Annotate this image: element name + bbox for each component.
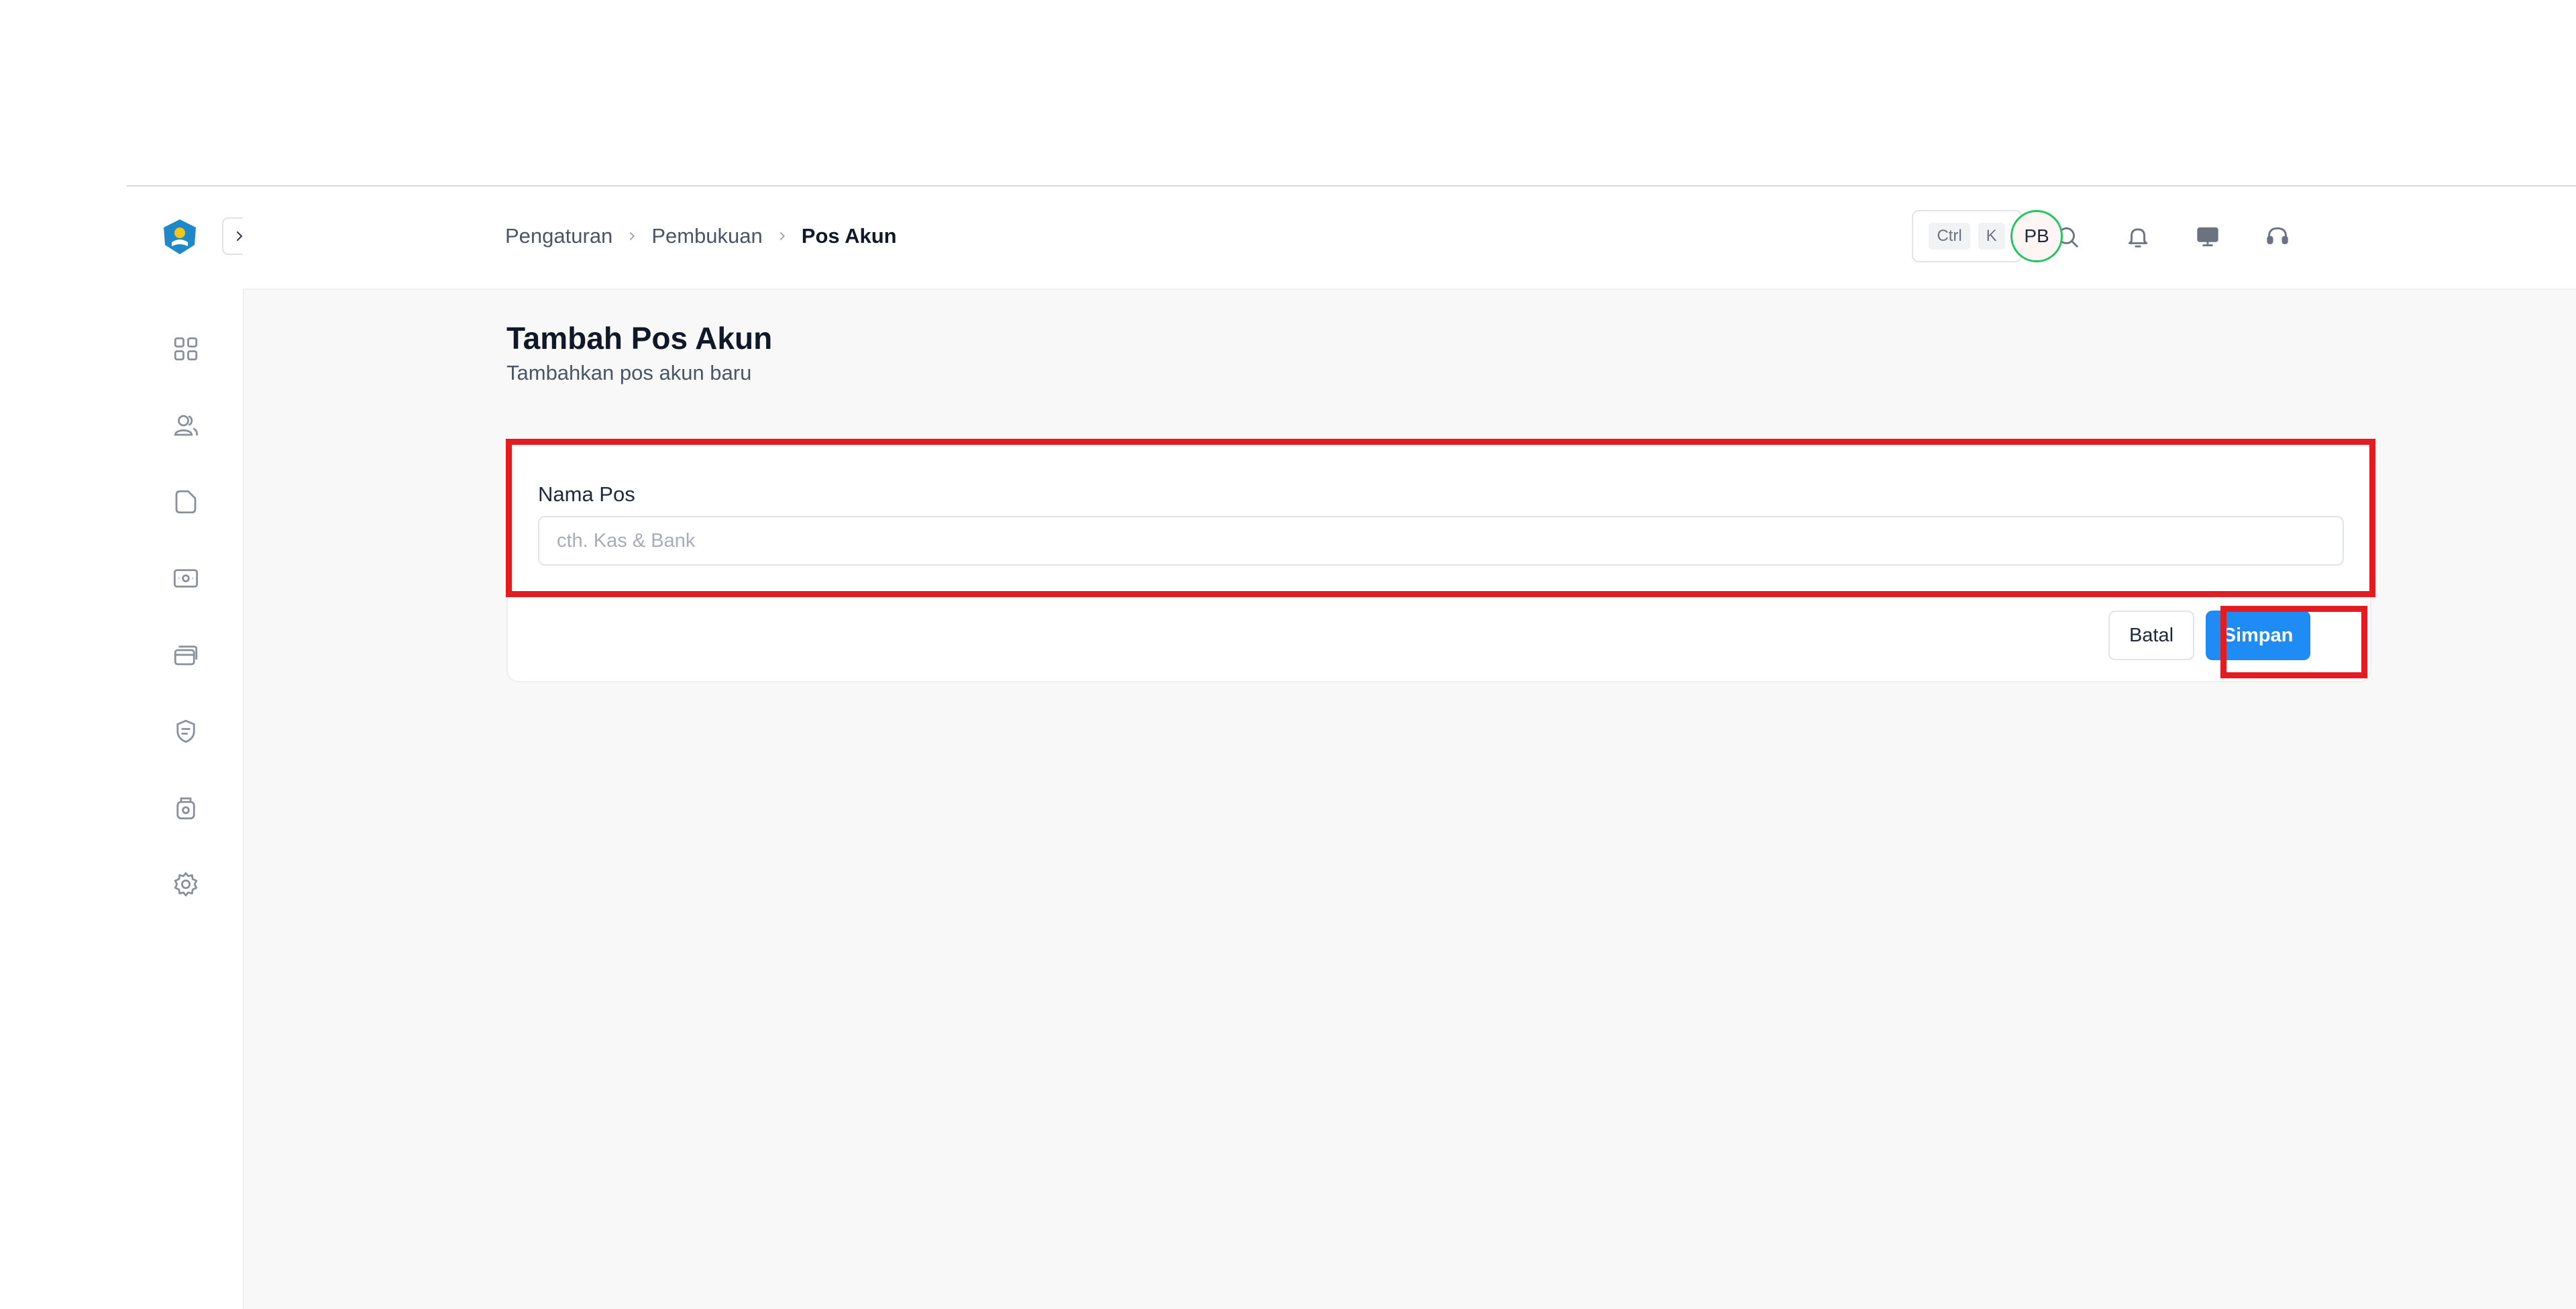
nav-settings[interactable]: [170, 869, 201, 900]
user-avatar[interactable]: PB: [2010, 210, 2063, 262]
form-card: Nama Pos Batal Simpan: [506, 439, 2371, 682]
nav-users[interactable]: [170, 410, 201, 441]
nav-reports[interactable]: [170, 716, 201, 747]
page-title: Tambah Pos Akun: [506, 321, 773, 356]
headset-icon: [2267, 227, 2288, 244]
gear-icon: [174, 872, 198, 897]
nav-documents[interactable]: [170, 486, 201, 517]
nama-pos-input[interactable]: [538, 516, 2344, 566]
card-icon: [174, 645, 198, 666]
chevron-right-icon: [629, 231, 635, 241]
chevron-right-icon: [780, 231, 785, 241]
notifications-button[interactable]: [2121, 220, 2155, 254]
breadcrumb-item-current: Pos Akun: [801, 224, 897, 248]
app-logo[interactable]: [161, 218, 199, 256]
shortcut-key-ctrl: Ctrl: [1929, 223, 1970, 250]
breadcrumb-item-pembukuan[interactable]: Pembukuan: [651, 224, 762, 248]
breadcrumb: Pengaturan Pembukuan Pos Akun: [505, 224, 897, 248]
cash-icon: [173, 569, 199, 588]
bell-icon: [2128, 228, 2148, 248]
nav-dashboard[interactable]: [170, 333, 201, 364]
top-header: Pengaturan Pembukuan Pos Akun Ctrl K PB: [243, 187, 2576, 290]
archive-icon: [176, 797, 195, 820]
shortcut-key-k: K: [1978, 223, 2005, 250]
nav-payments[interactable]: [170, 639, 201, 670]
users-icon: [174, 415, 199, 436]
file-icon: [175, 490, 197, 514]
cancel-button[interactable]: Batal: [2108, 611, 2194, 660]
breadcrumb-item-pengaturan[interactable]: Pengaturan: [505, 224, 612, 248]
nav-finance[interactable]: [170, 563, 201, 594]
save-button[interactable]: Simpan: [2206, 611, 2310, 660]
nav-archive[interactable]: [170, 792, 201, 823]
sidebar: [127, 187, 260, 1309]
form-footer-divider: [508, 595, 2370, 596]
nama-pos-label: Nama Pos: [538, 482, 635, 506]
main-content: Tambah Pos Akun Tambahkan pos akun baru …: [244, 290, 2576, 1309]
display-button[interactable]: [2191, 220, 2224, 254]
monitor-icon: [2197, 227, 2218, 247]
command-palette-button[interactable]: Ctrl K: [1912, 210, 2022, 262]
page-subtitle: Tambahkan pos akun baru: [506, 361, 752, 384]
dashboard-icon: [174, 337, 198, 361]
badge-icon: [176, 719, 195, 743]
support-button[interactable]: [2261, 220, 2294, 254]
